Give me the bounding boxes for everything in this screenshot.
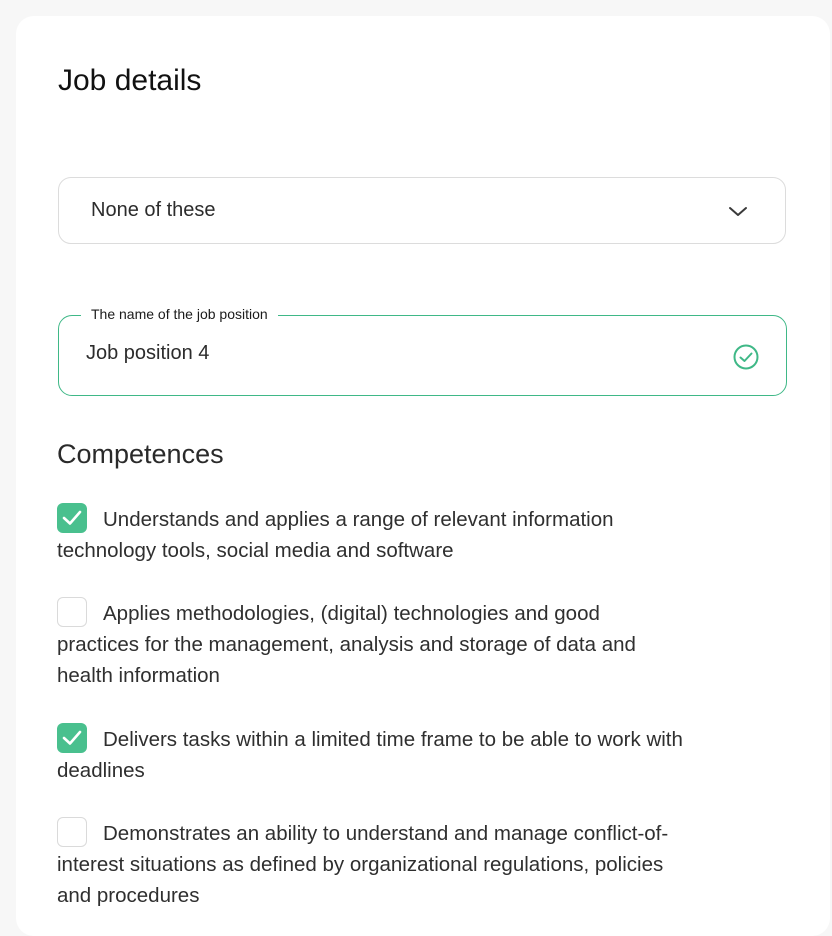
competence-text-line: Understands and applies a range of relev…	[103, 508, 614, 531]
competence-checkbox[interactable]	[57, 503, 87, 533]
page-title: Job details	[58, 64, 202, 97]
competence-text-line: interest situations as defined by organi…	[57, 853, 664, 876]
job-position-select[interactable]: None of these	[58, 177, 786, 244]
job-position-select-value: None of these	[91, 199, 216, 221]
competence-text-line: and procedures	[57, 884, 200, 907]
chevron-down-icon[interactable]	[727, 200, 749, 222]
competence-text-line: technology tools, social media and softw…	[57, 539, 454, 562]
competence-item: Demonstrates an ability to understand an…	[57, 817, 787, 911]
competence-checkbox[interactable]	[57, 723, 87, 753]
competence-text-line: practices for the management, analysis a…	[57, 633, 636, 656]
competences-heading: Competences	[57, 439, 224, 469]
job-position-name-field: The name of the job position	[58, 306, 787, 396]
competence-text-line: health information	[57, 664, 220, 687]
competence-text-line: Delivers tasks within a limited time fra…	[103, 728, 683, 751]
competence-checkbox[interactable]	[57, 597, 87, 627]
job-details-card: Job details None of these The name of th…	[16, 16, 830, 936]
checkmark-icon	[62, 730, 82, 745]
job-position-name-input[interactable]	[86, 342, 686, 365]
competence-item: Understands and applies a range of relev…	[57, 503, 787, 566]
competence-text-line: Applies methodologies, (digital) technol…	[103, 602, 600, 625]
competence-item: Applies methodologies, (digital) technol…	[57, 597, 787, 691]
competence-text-line: Demonstrates an ability to understand an…	[103, 822, 669, 845]
competence-text-line: deadlines	[57, 759, 145, 782]
competence-checkbox[interactable]	[57, 817, 87, 847]
checkmark-icon	[62, 510, 82, 525]
competence-item: Delivers tasks within a limited time fra…	[57, 723, 787, 786]
check-circle-icon	[733, 344, 759, 370]
job-position-name-label: The name of the job position	[81, 306, 278, 322]
